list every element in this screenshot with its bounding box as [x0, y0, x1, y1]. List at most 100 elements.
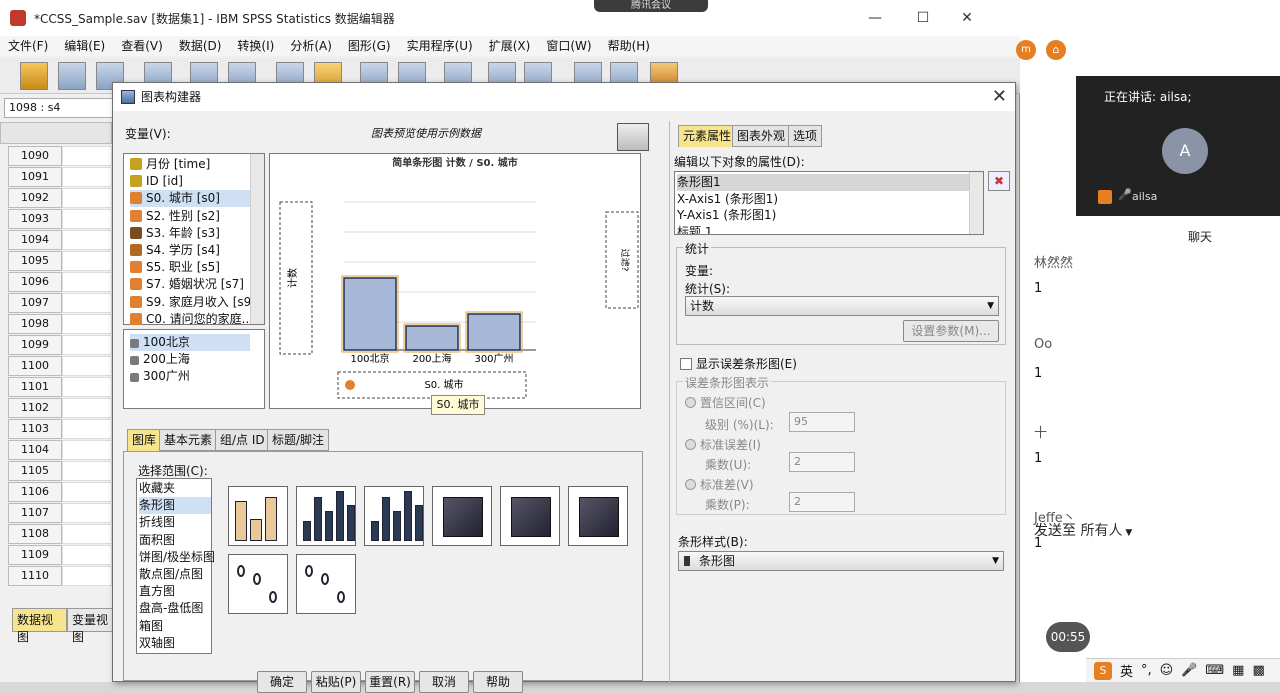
- multiplier-field-2[interactable]: 2: [789, 492, 855, 512]
- chart-options-icon[interactable]: [617, 123, 649, 151]
- level-field[interactable]: 95: [789, 412, 855, 432]
- category-item[interactable]: 200上海: [130, 351, 190, 368]
- delete-element-icon[interactable]: ✖: [988, 171, 1010, 191]
- table-cell[interactable]: [62, 314, 112, 334]
- dialog-button[interactable]: 帮助: [473, 671, 523, 693]
- table-cell[interactable]: [62, 230, 112, 250]
- row-number[interactable]: 1098: [8, 314, 62, 334]
- dialog-button[interactable]: 粘贴(P): [311, 671, 361, 693]
- menu-utilities[interactable]: 实用程序(U): [399, 36, 481, 56]
- statistic-dropdown[interactable]: 计数 ▼: [685, 296, 999, 316]
- variable-item[interactable]: S9. 家庭月收入 [s9]: [130, 294, 256, 311]
- open-folder-icon[interactable]: [20, 62, 48, 90]
- table-cell[interactable]: [62, 482, 112, 502]
- element-item[interactable]: Y-Axis1 (条形图1): [677, 207, 969, 224]
- standard-deviation-radio[interactable]: 标准差(V): [685, 476, 754, 493]
- variable-item[interactable]: S4. 学历 [s4]: [130, 242, 220, 259]
- category-item[interactable]: 100北京: [130, 334, 250, 351]
- table-cell[interactable]: [62, 398, 112, 418]
- menu-help[interactable]: 帮助(H): [600, 36, 658, 56]
- row-number[interactable]: 1091: [8, 167, 62, 187]
- category-item[interactable]: 300广州: [130, 368, 190, 385]
- minimize-icon[interactable]: —: [852, 0, 898, 36]
- menu-view[interactable]: 查看(V): [113, 36, 171, 56]
- gallery-type-item[interactable]: 散点图/点图: [139, 566, 211, 583]
- properties-tab[interactable]: 选项: [788, 125, 823, 147]
- variable-item[interactable]: S2. 性别 [s2]: [130, 208, 220, 225]
- emoji-icon[interactable]: ☺: [1160, 663, 1174, 678]
- menu-graphs[interactable]: 图形(G): [340, 36, 399, 56]
- punctuation-icon[interactable]: °,: [1141, 663, 1152, 678]
- dialog-close-icon[interactable]: ✕: [992, 85, 1007, 109]
- toolbox-icon[interactable]: ▦: [1232, 663, 1244, 678]
- variable-item[interactable]: C0. 请问您的家庭...: [130, 311, 253, 328]
- row-number[interactable]: 1100: [8, 356, 62, 376]
- grid-icon[interactable]: ▩: [1252, 663, 1264, 678]
- gallery-type-item[interactable]: 饼图/极坐标图: [139, 549, 215, 566]
- gallery-tab[interactable]: 图库: [127, 429, 162, 451]
- gallery-type-item[interactable]: 箱图: [139, 618, 211, 635]
- home-icon[interactable]: ⌂: [1046, 40, 1066, 60]
- variable-item[interactable]: S5. 职业 [s5]: [130, 259, 220, 276]
- table-cell[interactable]: [62, 566, 112, 586]
- row-number[interactable]: 1104: [8, 440, 62, 460]
- table-cell[interactable]: [62, 251, 112, 271]
- row-number[interactable]: 1093: [8, 209, 62, 229]
- meeting-badge[interactable]: m: [1016, 40, 1036, 60]
- gallery-type-item[interactable]: 双轴图: [139, 635, 211, 652]
- close-icon[interactable]: ✕: [944, 0, 990, 36]
- row-number[interactable]: 1096: [8, 272, 62, 292]
- standard-error-radio[interactable]: 标准误差(I): [685, 436, 761, 453]
- 3d-stacked-bar-thumb[interactable]: [568, 486, 628, 546]
- row-number[interactable]: 1095: [8, 251, 62, 271]
- row-number[interactable]: 1090: [8, 146, 62, 166]
- gallery-type-item[interactable]: 折线图: [139, 514, 211, 531]
- sogou-ime-icon[interactable]: S: [1094, 661, 1112, 680]
- table-cell[interactable]: [62, 146, 112, 166]
- stacked-bar-thumb[interactable]: [364, 486, 424, 546]
- dialog-button[interactable]: 确定: [257, 671, 307, 693]
- bar-style-dropdown[interactable]: 条形图 ▼: [678, 551, 1004, 571]
- table-cell[interactable]: [62, 167, 112, 187]
- send-target[interactable]: 所有人: [1080, 523, 1122, 539]
- menu-extensions[interactable]: 扩展(X): [481, 36, 539, 56]
- row-number[interactable]: 1102: [8, 398, 62, 418]
- menu-window[interactable]: 窗口(W): [538, 36, 599, 56]
- save-icon[interactable]: [58, 62, 86, 90]
- keyboard-icon[interactable]: ⌨: [1205, 663, 1224, 678]
- clustered-bar-thumb[interactable]: [296, 486, 356, 546]
- table-cell[interactable]: [62, 545, 112, 565]
- element-item[interactable]: 条形图1: [677, 174, 969, 191]
- simple-bar-thumb[interactable]: [228, 486, 288, 546]
- gallery-type-item[interactable]: 收藏夹: [139, 480, 211, 497]
- maximize-icon[interactable]: ☐: [900, 0, 946, 36]
- variable-item[interactable]: ID [id]: [130, 173, 183, 190]
- tab-data-view[interactable]: 数据视图: [12, 608, 67, 644]
- table-cell[interactable]: [62, 377, 112, 397]
- variable-item[interactable]: 月份 [time]: [130, 156, 210, 173]
- table-cell[interactable]: [62, 293, 112, 313]
- menu-analyze[interactable]: 分析(A): [282, 36, 340, 56]
- confidence-interval-radio[interactable]: 置信区间(C): [685, 394, 766, 411]
- gallery-type-item[interactable]: 盘高-盘低图: [139, 600, 211, 617]
- variable-item[interactable]: S0. 城市 [s0]: [130, 190, 250, 208]
- microphone-icon[interactable]: 🎤: [1181, 663, 1197, 678]
- menu-edit[interactable]: 编辑(E): [56, 36, 113, 56]
- row-number[interactable]: 1106: [8, 482, 62, 502]
- ime-mode[interactable]: 英: [1120, 661, 1133, 680]
- row-number[interactable]: 1092: [8, 188, 62, 208]
- dialog-button[interactable]: 重置(R): [365, 671, 415, 693]
- table-cell[interactable]: [62, 524, 112, 544]
- table-cell[interactable]: [62, 272, 112, 292]
- table-cell[interactable]: [62, 419, 112, 439]
- clustered-error-bar-thumb[interactable]: [296, 554, 356, 614]
- gallery-tab[interactable]: 标题/脚注: [267, 429, 330, 451]
- 3d-clustered-bar-thumb[interactable]: [500, 486, 560, 546]
- row-number[interactable]: 1105: [8, 461, 62, 481]
- table-cell[interactable]: [62, 440, 112, 460]
- variable-item[interactable]: S3. 年龄 [s3]: [130, 225, 220, 242]
- row-number[interactable]: 1103: [8, 419, 62, 439]
- table-cell[interactable]: [62, 209, 112, 229]
- properties-tab[interactable]: 图表外观: [732, 125, 791, 147]
- row-number[interactable]: 1101: [8, 377, 62, 397]
